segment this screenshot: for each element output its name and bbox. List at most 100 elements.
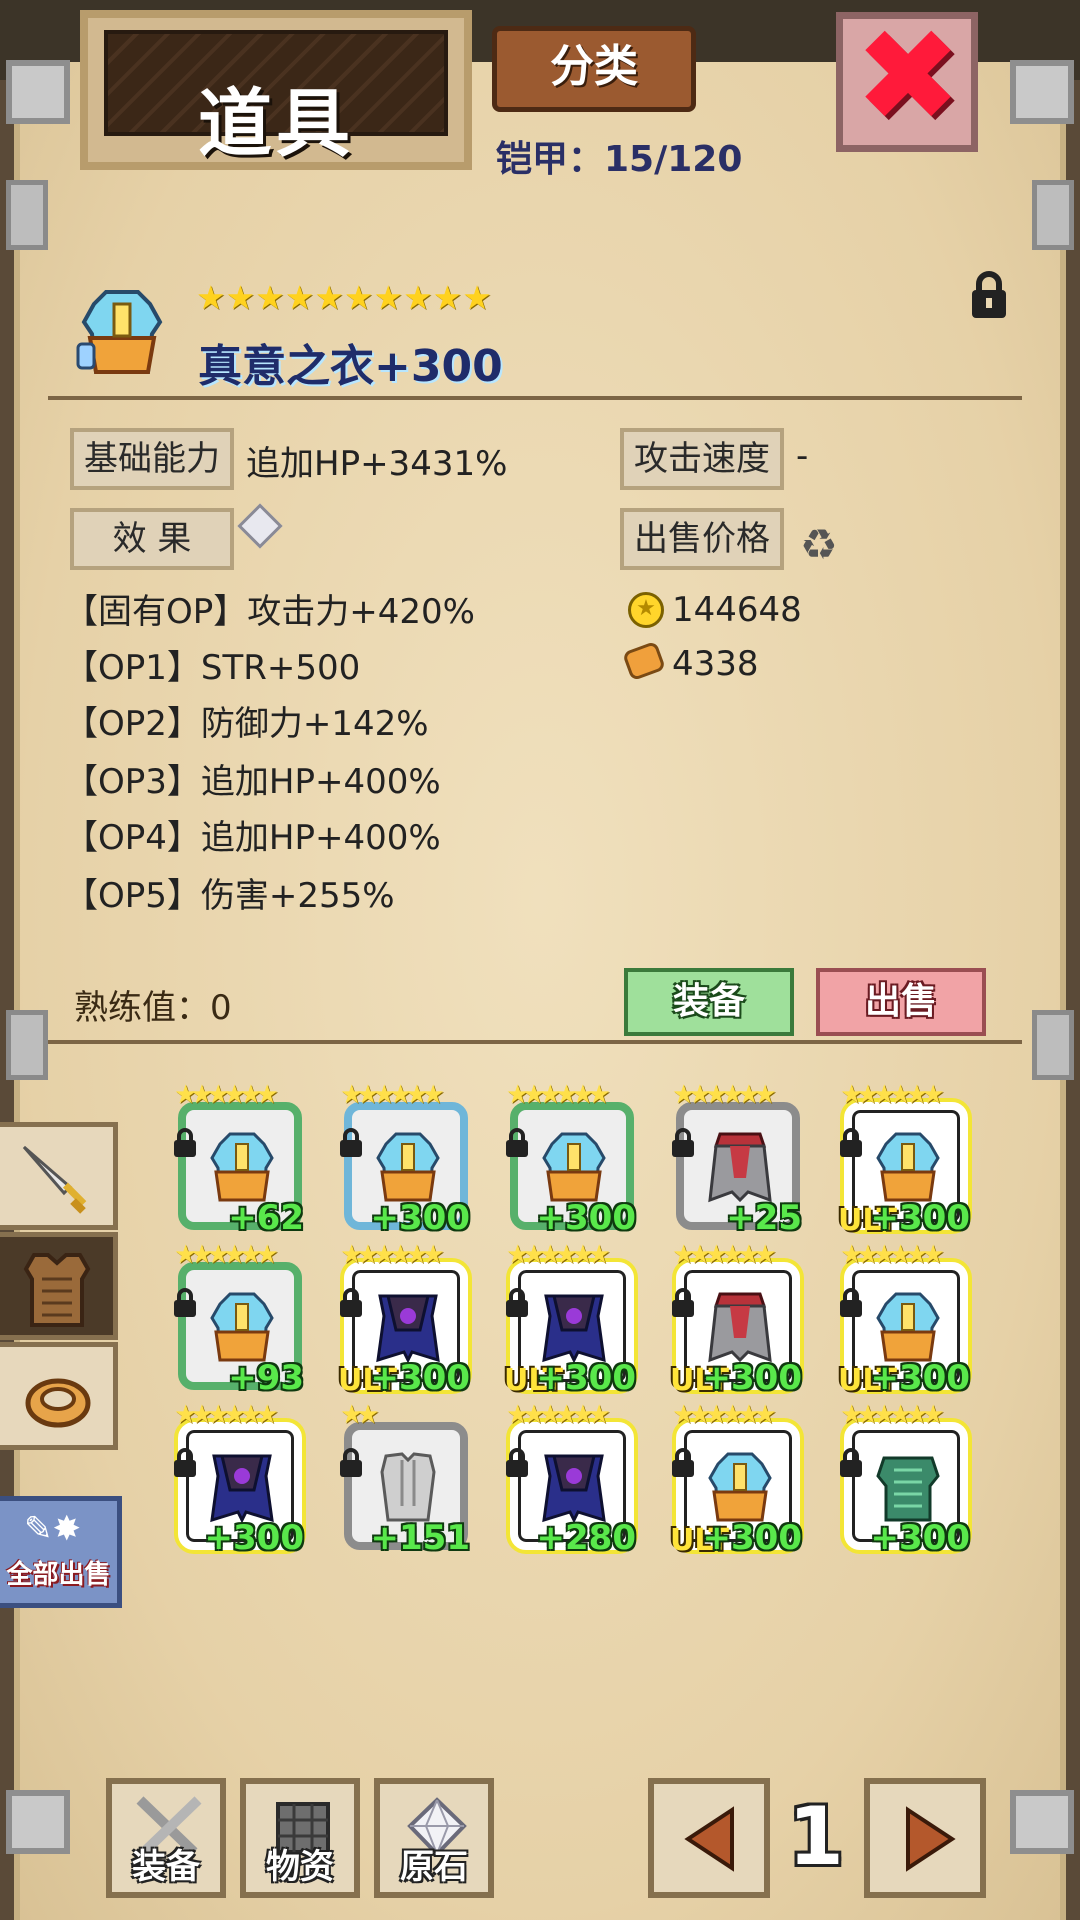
base-ability-value: 追加HP+3431% (246, 444, 508, 484)
inventory-slot[interactable]: ★★★★★★ ULT +300 (338, 1240, 470, 1398)
gold-price: 144648 (672, 590, 802, 630)
armor-dark-icon (542, 1294, 606, 1364)
frame-corner (1010, 60, 1074, 124)
sell-price-tag: 出售价格 (620, 508, 784, 570)
armor-icon (23, 1253, 91, 1327)
nav-materials-button[interactable]: 物资 (240, 1778, 360, 1898)
slot-stars: ★★★★★★ (174, 1080, 279, 1110)
tab-armor[interactable] (0, 1232, 118, 1340)
base-ability-tag: 基础能力 (70, 428, 234, 490)
item-name: 真意之衣+300 (198, 341, 503, 392)
sell-button[interactable]: 出售 (816, 968, 986, 1036)
slot-stars: ★★★★★★ (840, 1240, 945, 1270)
inventory-slot[interactable]: ★★★★★★ ULT +300 (504, 1240, 636, 1398)
slot-lock-icon (340, 1128, 362, 1157)
slot-lock-icon (174, 1128, 196, 1157)
nav-ore-button[interactable]: 原石 (374, 1778, 494, 1898)
slot-lock-icon (174, 1448, 196, 1477)
slot-lock-icon (672, 1128, 694, 1157)
slot-stars: ★★★★★★ (672, 1240, 777, 1270)
slot-level: +300 (536, 1358, 636, 1398)
tab-accessories[interactable] (0, 1342, 118, 1450)
frame-corner (6, 60, 70, 124)
page-title: 道具 (198, 81, 354, 167)
lock-icon[interactable] (968, 270, 1010, 320)
equip-button[interactable]: 装备 (624, 968, 794, 1036)
slot-level: +300 (370, 1358, 470, 1398)
inventory-slot[interactable]: ★★★★★★ ULT +300 (670, 1400, 802, 1558)
inventory-slot[interactable]: ★★★★★★ +300 (840, 1400, 970, 1558)
nav-equipment-button[interactable]: 装备 (106, 1778, 226, 1898)
chevron-left-icon (684, 1806, 734, 1872)
proficiency-value: 熟练值：0 (74, 988, 232, 1028)
slot-lock-icon (340, 1448, 362, 1477)
slot-level: +280 (536, 1518, 636, 1558)
slot-stars: ★★★★★★ (174, 1240, 279, 1270)
slot-stars: ★★★★★★ (174, 1400, 279, 1430)
option-line: 【OP3】追加HP+400% (64, 762, 441, 802)
option-line: 【OP1】STR+500 (64, 648, 361, 688)
frame-peg (6, 180, 48, 250)
armor-robe-icon (708, 1452, 772, 1522)
ore-price: 4338 (672, 644, 759, 684)
slot-level: +300 (536, 1198, 636, 1238)
slot-stars: ★★★★★★ (840, 1080, 945, 1110)
armor-robe-icon (876, 1132, 940, 1202)
next-page-button[interactable] (864, 1778, 986, 1898)
close-button[interactable]: ✖ (836, 12, 978, 152)
slot-level: +300 (370, 1198, 470, 1238)
slot-lock-icon (174, 1288, 196, 1317)
inventory-slot[interactable]: ★★★★★★ ULT +300 (838, 1080, 970, 1238)
inventory-slot[interactable]: ★★★★★★ ULT +300 (838, 1240, 970, 1398)
inventory-slot[interactable]: ★★★★★★ +280 (506, 1400, 636, 1558)
attack-speed-tag: 攻击速度 (620, 428, 784, 490)
armor-cape-icon (708, 1292, 772, 1363)
armor-robe-icon (210, 1132, 274, 1202)
chevron-right-icon (906, 1806, 956, 1872)
slot-level: +151 (370, 1518, 470, 1558)
gold-coin-icon: ★ (628, 592, 664, 628)
grid-divider (48, 1040, 1022, 1044)
tab-weapons[interactable] (0, 1122, 118, 1230)
slot-stars: ★★★★★★ (672, 1080, 777, 1110)
category-button[interactable]: 分类 (492, 26, 696, 112)
slot-stars: ★★★★★★ (506, 1080, 611, 1110)
slot-level: +93 (228, 1358, 304, 1398)
armor-robe-icon (876, 1292, 940, 1362)
attack-speed-value: - (796, 436, 809, 476)
slot-lock-icon (506, 1448, 528, 1477)
inventory-slot[interactable]: ★★★★★★ +93 (174, 1240, 304, 1398)
nav-ore-label: 原石 (400, 1847, 468, 1887)
frame-corner (6, 1790, 70, 1854)
detail-divider (48, 396, 1022, 400)
slot-stars: ★★★★★★ (340, 1080, 445, 1110)
armor-robe-icon (210, 1292, 274, 1362)
slot-level: +300 (870, 1518, 970, 1558)
slot-stars: ★★★★★★ (340, 1240, 445, 1270)
inventory-slot[interactable]: ★★★★★★ +300 (174, 1400, 304, 1558)
sell-all-button[interactable]: ✎✸ 全部出售 (0, 1496, 122, 1608)
hammer-spark-icon: ✎✸ (24, 1509, 81, 1549)
slot-level: +300 (702, 1518, 802, 1558)
slot-lock-icon (672, 1448, 694, 1477)
inventory-slot[interactable]: ★★★★★★ +62 (174, 1080, 304, 1238)
inventory-slot[interactable]: ★★★★★★ +300 (506, 1080, 636, 1238)
slot-level: +300 (702, 1358, 802, 1398)
inventory-slot[interactable]: ★★★★★★ ULT +300 (670, 1240, 802, 1398)
recycle-icon[interactable]: ♻ (800, 520, 838, 569)
armor-cape-icon (708, 1132, 772, 1203)
ring-icon (25, 1378, 91, 1428)
frame-peg (1032, 1010, 1074, 1080)
slot-level: +300 (870, 1198, 970, 1238)
armor-robe-icon (376, 1132, 440, 1202)
prev-page-button[interactable] (648, 1778, 770, 1898)
armor-green-icon (876, 1456, 940, 1522)
slot-lock-icon (340, 1288, 362, 1317)
nav-equipment-label: 装备 (132, 1847, 200, 1887)
inventory-slot[interactable]: ★★★★★★ +25 (672, 1080, 802, 1238)
slot-stars: ★★★★★★ (506, 1240, 611, 1270)
option-line: 【固有OP】攻击力+420% (64, 592, 475, 632)
inventory-slot[interactable]: ★★★★★★ +300 (340, 1080, 470, 1238)
inventory-slot[interactable]: ★★ +151 (340, 1400, 470, 1558)
option-line: 【OP2】防御力+142% (64, 704, 429, 744)
